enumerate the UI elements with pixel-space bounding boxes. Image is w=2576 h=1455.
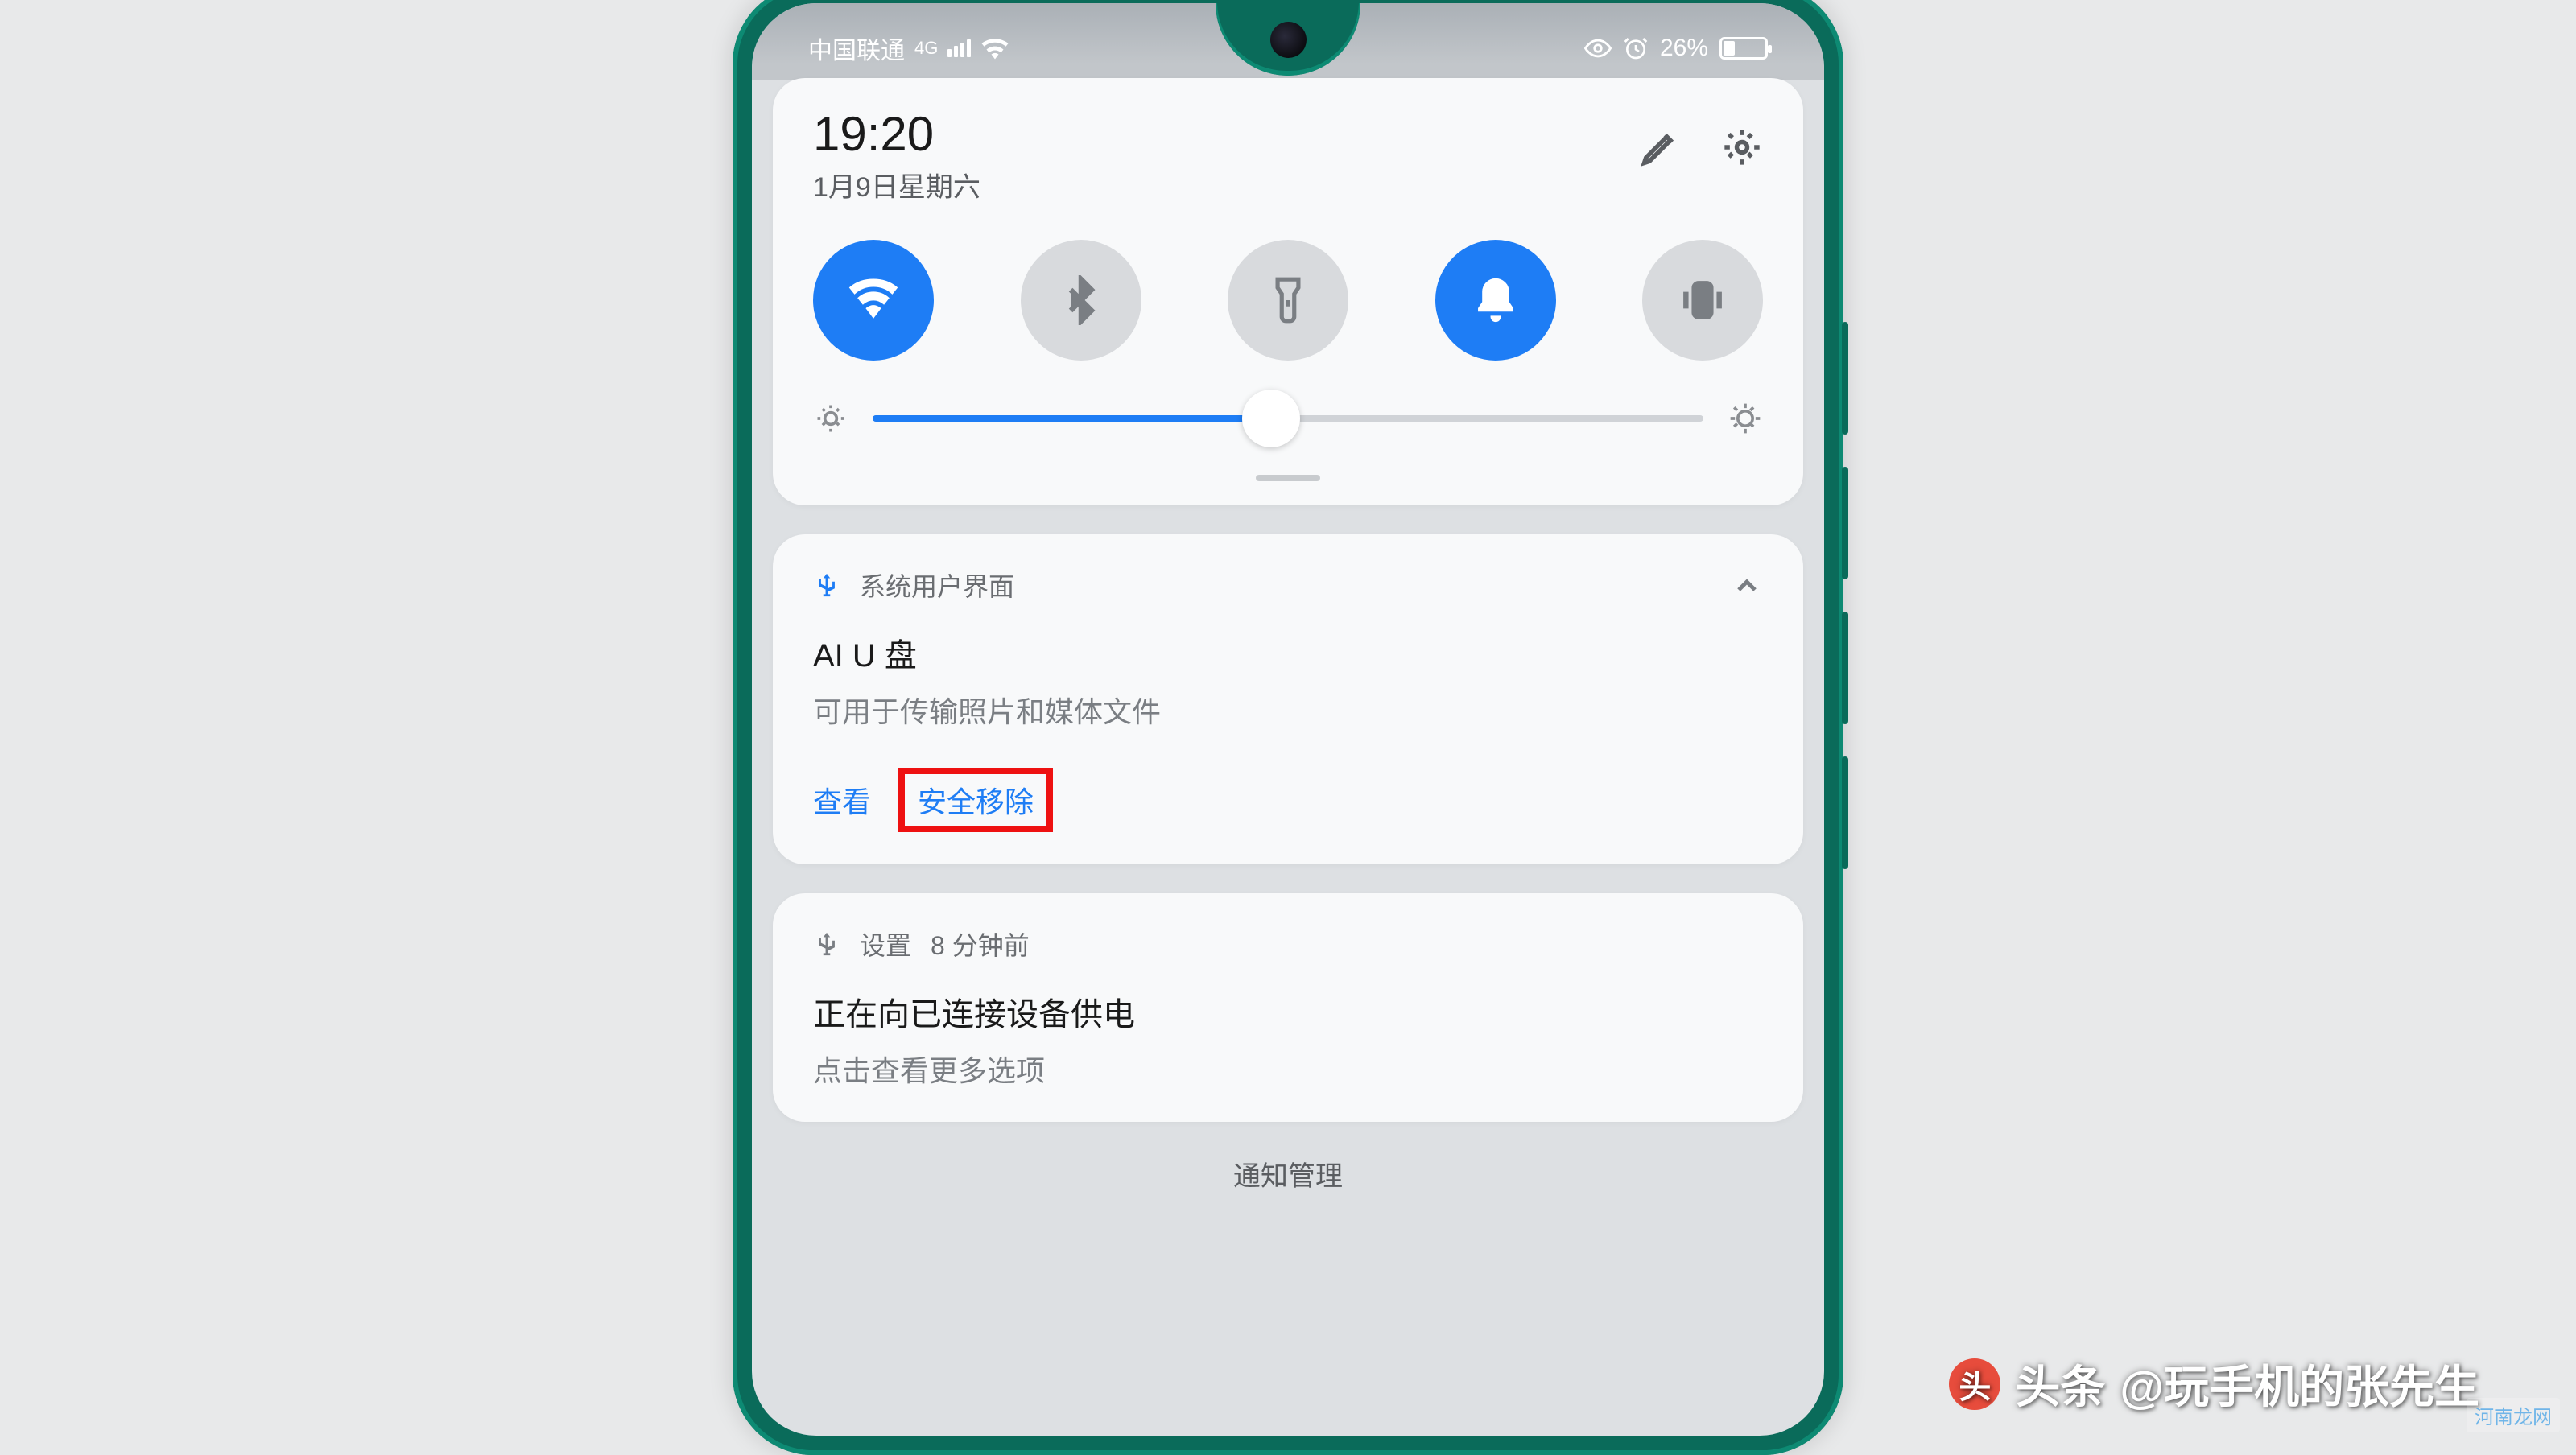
usb-notification-card[interactable]: 系统用户界面 AI U 盘 可用于传输照片和媒体文件 查看 安全移除 xyxy=(773,534,1803,864)
flashlight-toggle[interactable] xyxy=(1228,240,1348,361)
battery-icon xyxy=(1719,37,1768,60)
clock-date: 1月9日星期六 xyxy=(813,165,980,204)
slider-thumb[interactable] xyxy=(1242,390,1300,447)
eject-button[interactable]: 安全移除 xyxy=(918,779,1034,821)
edit-icon[interactable] xyxy=(1639,126,1681,168)
brightness-row xyxy=(813,393,1763,460)
usb-icon xyxy=(813,930,840,958)
manage-notifications-link[interactable]: 通知管理 xyxy=(773,1154,1803,1193)
notification-shade[interactable]: 19:20 1月9日星期六 xyxy=(752,78,1824,1193)
alarm-icon xyxy=(1623,35,1649,61)
wifi-toggle[interactable] xyxy=(813,240,934,361)
quick-settings-panel: 19:20 1月9日星期六 xyxy=(773,78,1803,505)
signal-icon xyxy=(947,39,971,57)
battery-pct: 26% xyxy=(1660,35,1708,62)
watermark: 头 头条 @玩手机的张先生 xyxy=(1949,1351,2479,1416)
view-button[interactable]: 查看 xyxy=(813,768,871,832)
eye-icon xyxy=(1584,39,1612,58)
phone-screen: 中国联通 4G 26% 19:20 1月9日星期六 xyxy=(752,3,1824,1436)
brightness-slider[interactable] xyxy=(873,415,1703,422)
gear-icon[interactable] xyxy=(1721,126,1763,168)
charging-notification-card[interactable]: 设置 8 分钟前 正在向已连接设备供电 点击查看更多选项 xyxy=(773,893,1803,1122)
notif-title: 正在向已连接设备供电 xyxy=(813,988,1763,1035)
notification-toggle[interactable] xyxy=(1435,240,1556,361)
notif-subtitle: 可用于传输照片和媒体文件 xyxy=(813,689,1763,731)
phone-mockup: 中国联通 4G 26% 19:20 1月9日星期六 xyxy=(733,0,1843,1455)
clock-time: 19:20 xyxy=(813,110,980,159)
chevron-up-icon[interactable] xyxy=(1731,570,1763,602)
usb-icon xyxy=(813,571,840,599)
vibrate-toggle[interactable] xyxy=(1642,240,1763,361)
notif-title: AI U 盘 xyxy=(813,629,1763,676)
notif-time: 8 分钟前 xyxy=(931,925,1030,962)
highlight-box: 安全移除 xyxy=(898,768,1053,832)
toggle-row xyxy=(813,240,1763,361)
network-label: 4G xyxy=(914,38,938,59)
brightness-high-icon xyxy=(1728,401,1763,436)
expand-handle[interactable] xyxy=(1256,475,1320,481)
watermark-prefix: 头条 xyxy=(2015,1351,2105,1416)
wifi-icon xyxy=(980,37,1009,60)
notif-app-label: 系统用户界面 xyxy=(860,567,1014,604)
brightness-low-icon xyxy=(813,401,848,436)
notif-subtitle: 点击查看更多选项 xyxy=(813,1048,1763,1090)
corner-watermark: 河南龙网 xyxy=(2467,1398,2560,1432)
toutiao-logo-icon: 头 xyxy=(1949,1358,2000,1410)
watermark-handle: @玩手机的张先生 xyxy=(2120,1351,2479,1416)
notif-app-label: 设置 xyxy=(860,925,911,962)
carrier-label: 中国联通 xyxy=(808,31,905,66)
bluetooth-toggle[interactable] xyxy=(1021,240,1141,361)
